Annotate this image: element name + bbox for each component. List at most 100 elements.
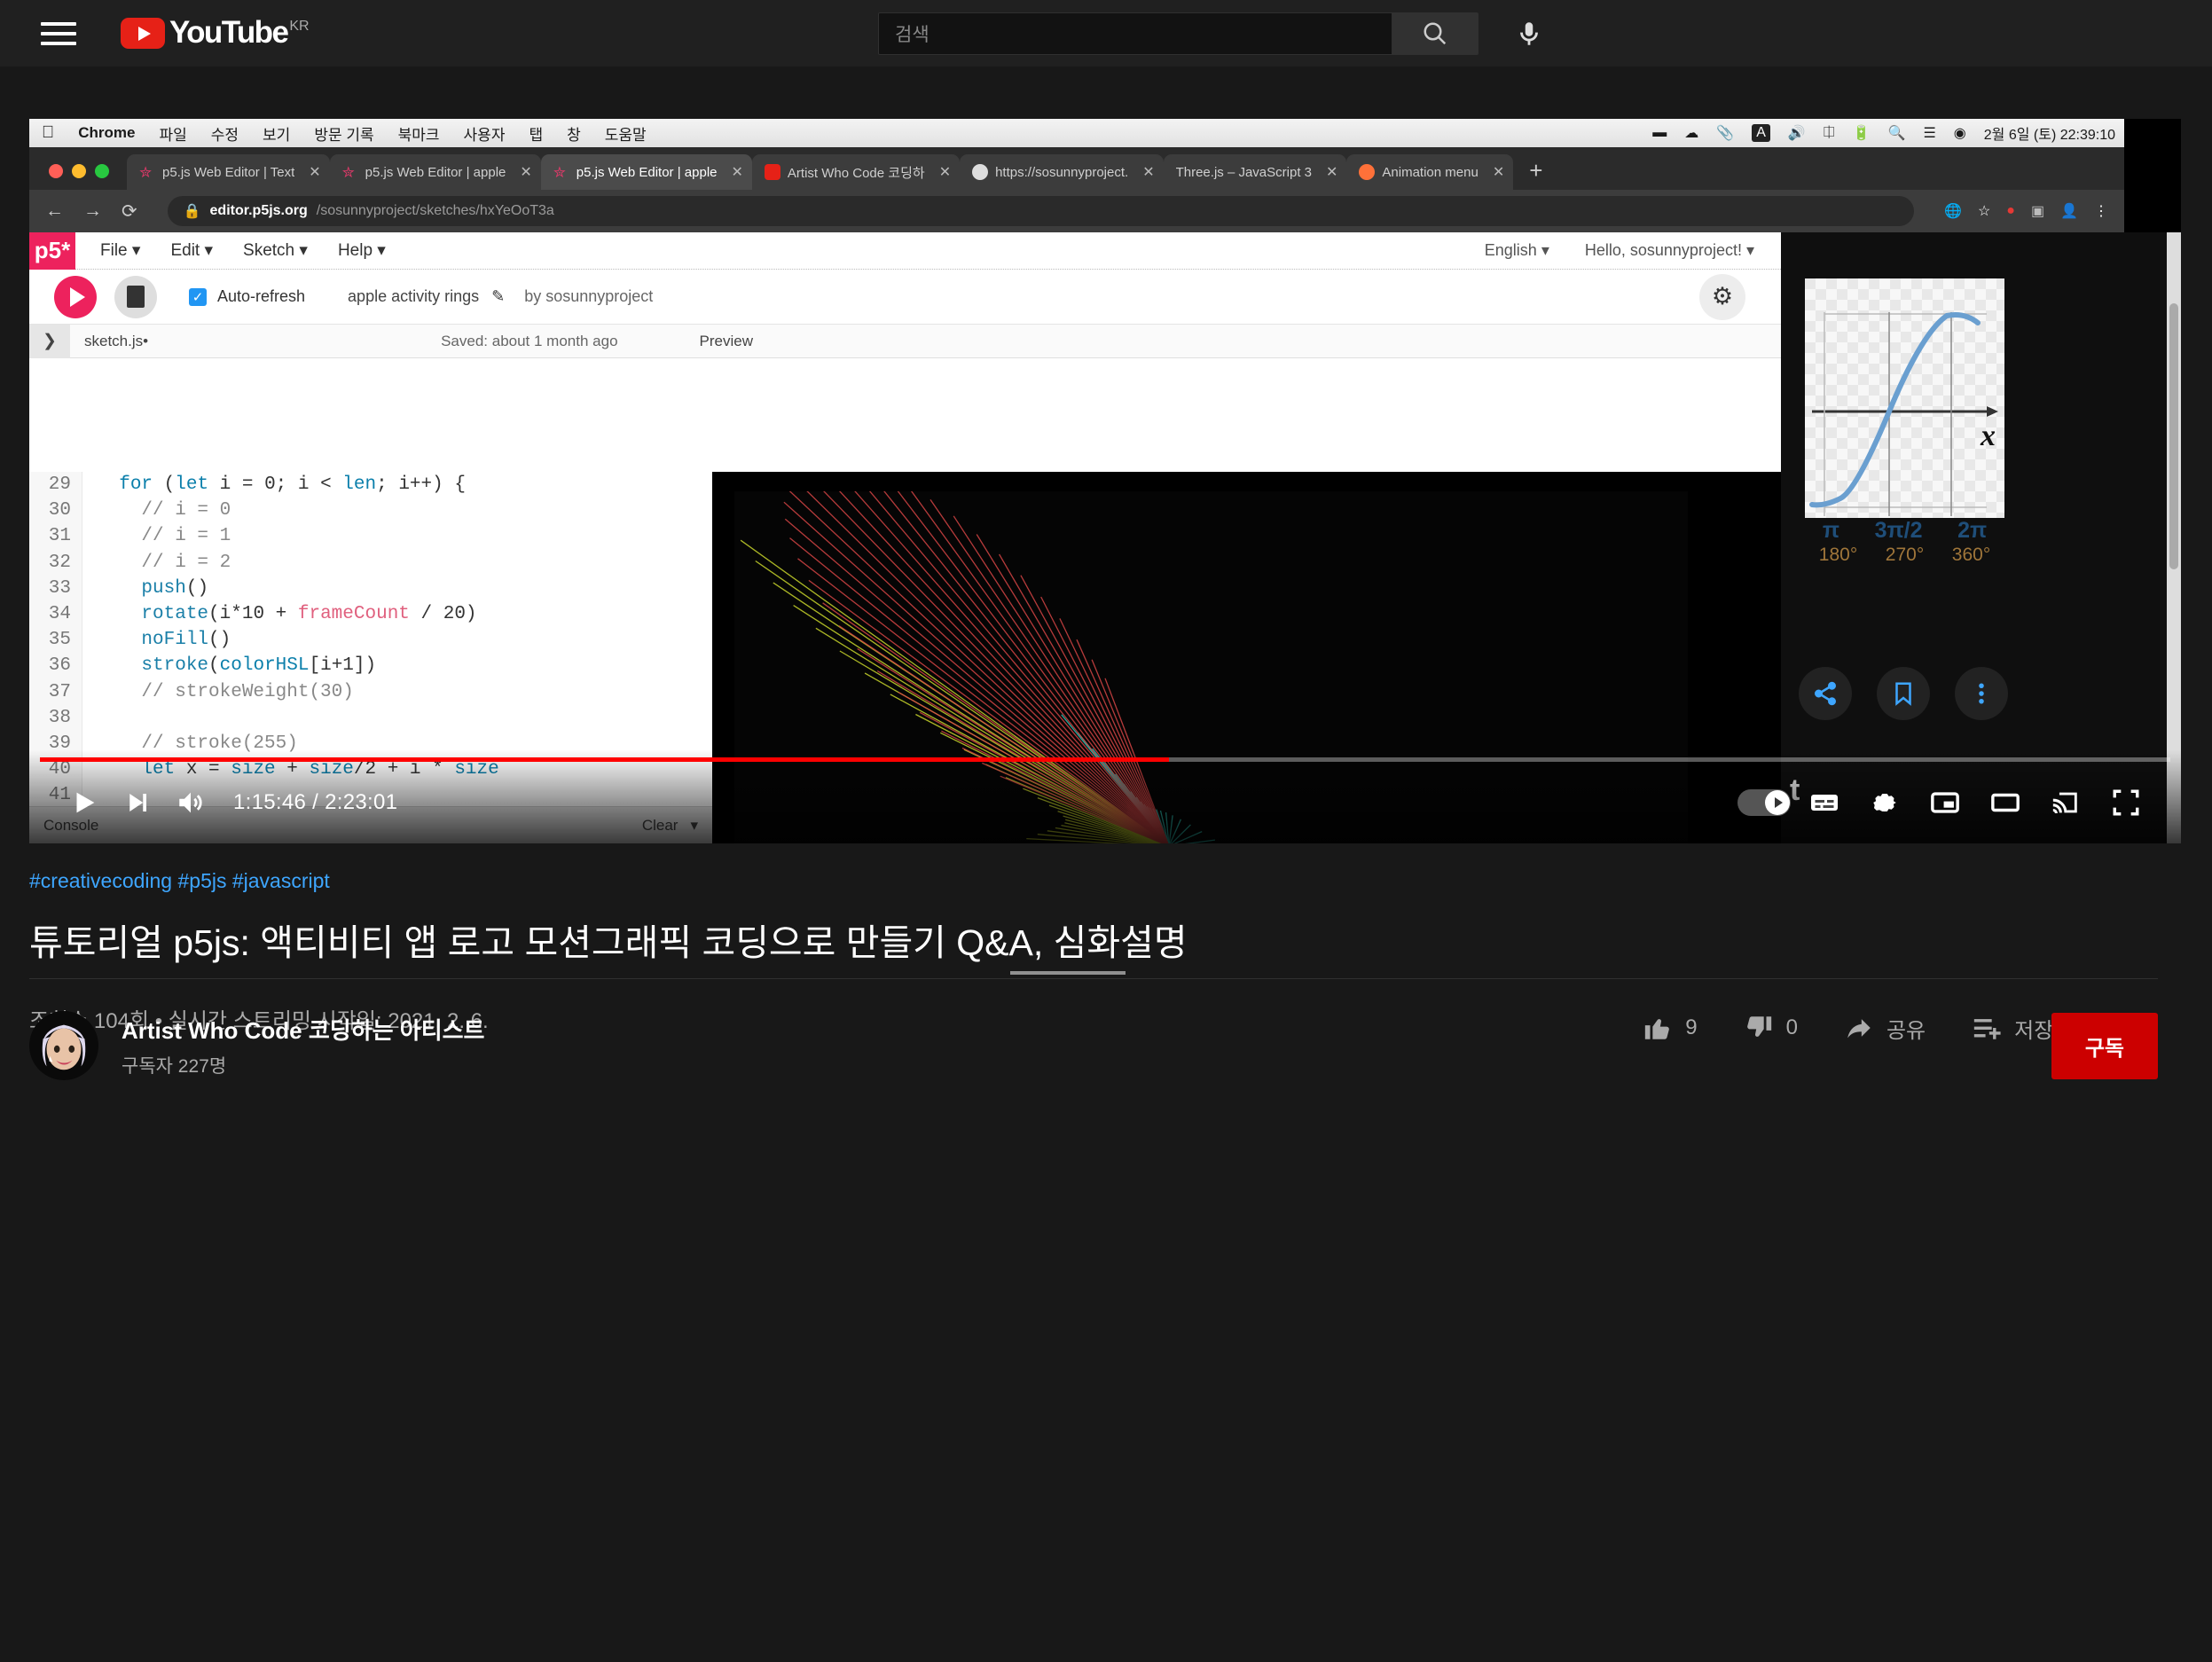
apple-logo-icon[interactable]:  (42, 123, 54, 143)
browser-tab[interactable]: Artist Who Code 코딩하 ✕ (751, 154, 961, 190)
volume-menubar-icon[interactable]: 🔊 (1788, 124, 1806, 142)
channel-avatar[interactable] (29, 1011, 98, 1080)
p5-menu-help[interactable]: Help ▾ (338, 240, 386, 261)
sketch-title[interactable]: apple activity rings (348, 287, 479, 306)
section-divider (29, 978, 2158, 979)
p5-file-row: ❯ sketch.js• Saved: about 1 month ago Pr… (29, 324, 1781, 358)
run-sketch-button[interactable] (54, 275, 97, 318)
progress-bar[interactable] (40, 757, 2170, 762)
video-player[interactable]:  Chrome 파일 수정 보기 방문 기록 북마크 사용자 탭 창 도움말 … (29, 119, 2181, 843)
browser-tab[interactable]: ✮ p5.js Web Editor | apple ✕ (329, 154, 541, 190)
sidebar-toggle-chevron-icon[interactable]: ❯ (29, 324, 70, 358)
reload-button[interactable]: ⟳ (122, 200, 137, 223)
tab-close-icon[interactable]: ✕ (1493, 163, 1504, 181)
captions-button[interactable] (1798, 776, 1851, 829)
video-hashtags[interactable]: #creativecoding #p5js #javascript (29, 869, 2158, 893)
miniplayer-button[interactable] (1918, 776, 1972, 829)
bookmark-icon[interactable] (1877, 667, 1930, 720)
control-center-icon[interactable]: ☰ (1923, 124, 1935, 142)
open-file-name[interactable]: sketch.js• (84, 333, 148, 350)
menubar-item[interactable]: 사용자 (464, 122, 506, 145)
more-vertical-icon[interactable] (1955, 667, 2008, 720)
cast-icon (2052, 792, 2077, 814)
tab-close-icon[interactable]: ✕ (732, 163, 743, 181)
voice-search-button[interactable] (1514, 19, 1544, 49)
p5-logo[interactable]: p5* (29, 232, 75, 270)
new-tab-button[interactable]: + (1513, 157, 1558, 190)
browser-tab[interactable]: Three.js – JavaScript 3 ✕ (1163, 154, 1347, 190)
browser-tab[interactable]: https://sosunnyproject. ✕ (960, 154, 1164, 190)
p5-menu-file[interactable]: File ▾ (100, 240, 140, 261)
p5-menu-edit[interactable]: Edit ▾ (170, 240, 213, 261)
menubar-item[interactable]: 보기 (263, 122, 290, 145)
battery-icon[interactable]: 🔋 (1853, 124, 1871, 142)
youtube-logo[interactable]: YouTube KR (121, 17, 310, 49)
miniplayer-icon (1931, 792, 1959, 813)
theater-mode-button[interactable] (1979, 776, 2032, 829)
menubar-item[interactable]: 창 (567, 122, 581, 145)
minimize-window-button (72, 164, 86, 178)
bluetooth-icon[interactable]: ⎅ (1824, 125, 1835, 141)
menubar-item[interactable]: 도움말 (605, 122, 647, 145)
profile-avatar-icon[interactable]: 👤 (2060, 202, 2078, 220)
cast-button[interactable] (2039, 776, 2092, 829)
tab-close-icon[interactable]: ✕ (939, 163, 951, 181)
autorefresh-checkbox[interactable]: ✓ (189, 287, 207, 306)
translate-icon[interactable]: 🌐 (1944, 202, 1962, 220)
address-bar[interactable]: 🔒 editor.p5js.org/sosunnyproject/sketche… (167, 196, 1915, 226)
chrome-menu-icon[interactable]: ⋮ (2094, 202, 2108, 220)
menubar-item[interactable]: 파일 (159, 122, 186, 145)
browser-tab-active[interactable]: ✮ p5.js Web Editor | apple ✕ (540, 154, 752, 190)
tab-close-icon[interactable]: ✕ (309, 163, 320, 181)
p5-star-icon: ✮ (341, 164, 355, 181)
extension-icon[interactable]: ● (2006, 203, 2015, 219)
tab-close-icon[interactable]: ✕ (1326, 163, 1337, 181)
volume-button[interactable] (164, 776, 217, 829)
channel-name[interactable]: Artist Who Code 코딩하는 아티스트 (122, 1013, 484, 1046)
menubar-item[interactable]: 수정 (211, 122, 239, 145)
search-input[interactable]: 검색 (878, 12, 1392, 55)
play-pause-button[interactable] (58, 776, 111, 829)
p5-navbar-right: English ▾ Hello, sosunnyproject! ▾ (1485, 241, 1754, 260)
tab-close-icon[interactable]: ✕ (520, 163, 531, 181)
p5-menu-sketch[interactable]: Sketch ▾ (243, 240, 308, 261)
forward-button[interactable]: → (83, 200, 102, 222)
menubar-clock[interactable]: 2월 6일 (토) 22:39:10 (1984, 122, 2115, 144)
browser-tab[interactable]: ✮ p5.js Web Editor | Text ✕ (127, 154, 330, 190)
spotlight-search-icon[interactable]: 🔍 (1888, 124, 1906, 142)
sketch-author[interactable]: by sosunnyproject (524, 287, 653, 306)
gear-icon[interactable]: ⚙ (1699, 273, 1745, 320)
subscriber-count: 구독자 227명 (122, 1056, 227, 1077)
cloud-icon[interactable]: ☁ (1684, 124, 1698, 142)
subscribe-button[interactable]: 구독 (2051, 1012, 2158, 1079)
autoplay-toggle[interactable] (1737, 776, 1791, 829)
next-video-button[interactable] (111, 776, 164, 829)
search-button[interactable] (1392, 12, 1479, 55)
deg-360: 360° (1951, 545, 1991, 565)
back-button[interactable]: ← (45, 200, 64, 222)
menubar-item[interactable]: 탭 (529, 122, 543, 145)
settings-button[interactable] (1858, 776, 1911, 829)
siri-icon[interactable]: ◉ (1954, 124, 1966, 142)
extension-icon[interactable]: ▣ (2031, 202, 2044, 220)
menubar-item[interactable]: 북마크 (398, 122, 440, 145)
input-source-icon[interactable]: A (1752, 124, 1770, 142)
menubar-item[interactable]: 방문 기록 (314, 122, 373, 145)
youtube-play-icon (121, 18, 165, 49)
tab-close-icon[interactable]: ✕ (1142, 163, 1154, 181)
preview-label: Preview (699, 332, 753, 349)
account-menu[interactable]: Hello, sosunnyproject! ▾ (1585, 241, 1754, 260)
window-traffic-lights[interactable] (49, 164, 109, 178)
menubar-app-name[interactable]: Chrome (78, 124, 135, 142)
p5-menubar: File ▾ Edit ▾ Sketch ▾ Help ▾ (100, 240, 386, 261)
stop-sketch-button[interactable] (114, 275, 157, 318)
browser-tab[interactable]: Animation menu ✕ (1346, 154, 1514, 190)
language-selector[interactable]: English ▾ (1485, 241, 1549, 260)
fullscreen-button[interactable] (2099, 776, 2153, 829)
share-icon[interactable] (1799, 667, 1852, 720)
clip-icon[interactable]: 📎 (1716, 124, 1734, 142)
edit-pencil-icon[interactable]: ✎ (491, 287, 505, 306)
hamburger-menu-icon[interactable] (41, 16, 76, 51)
bookmark-star-icon[interactable]: ☆ (1978, 202, 1990, 220)
youtube-favicon-icon (764, 164, 780, 180)
